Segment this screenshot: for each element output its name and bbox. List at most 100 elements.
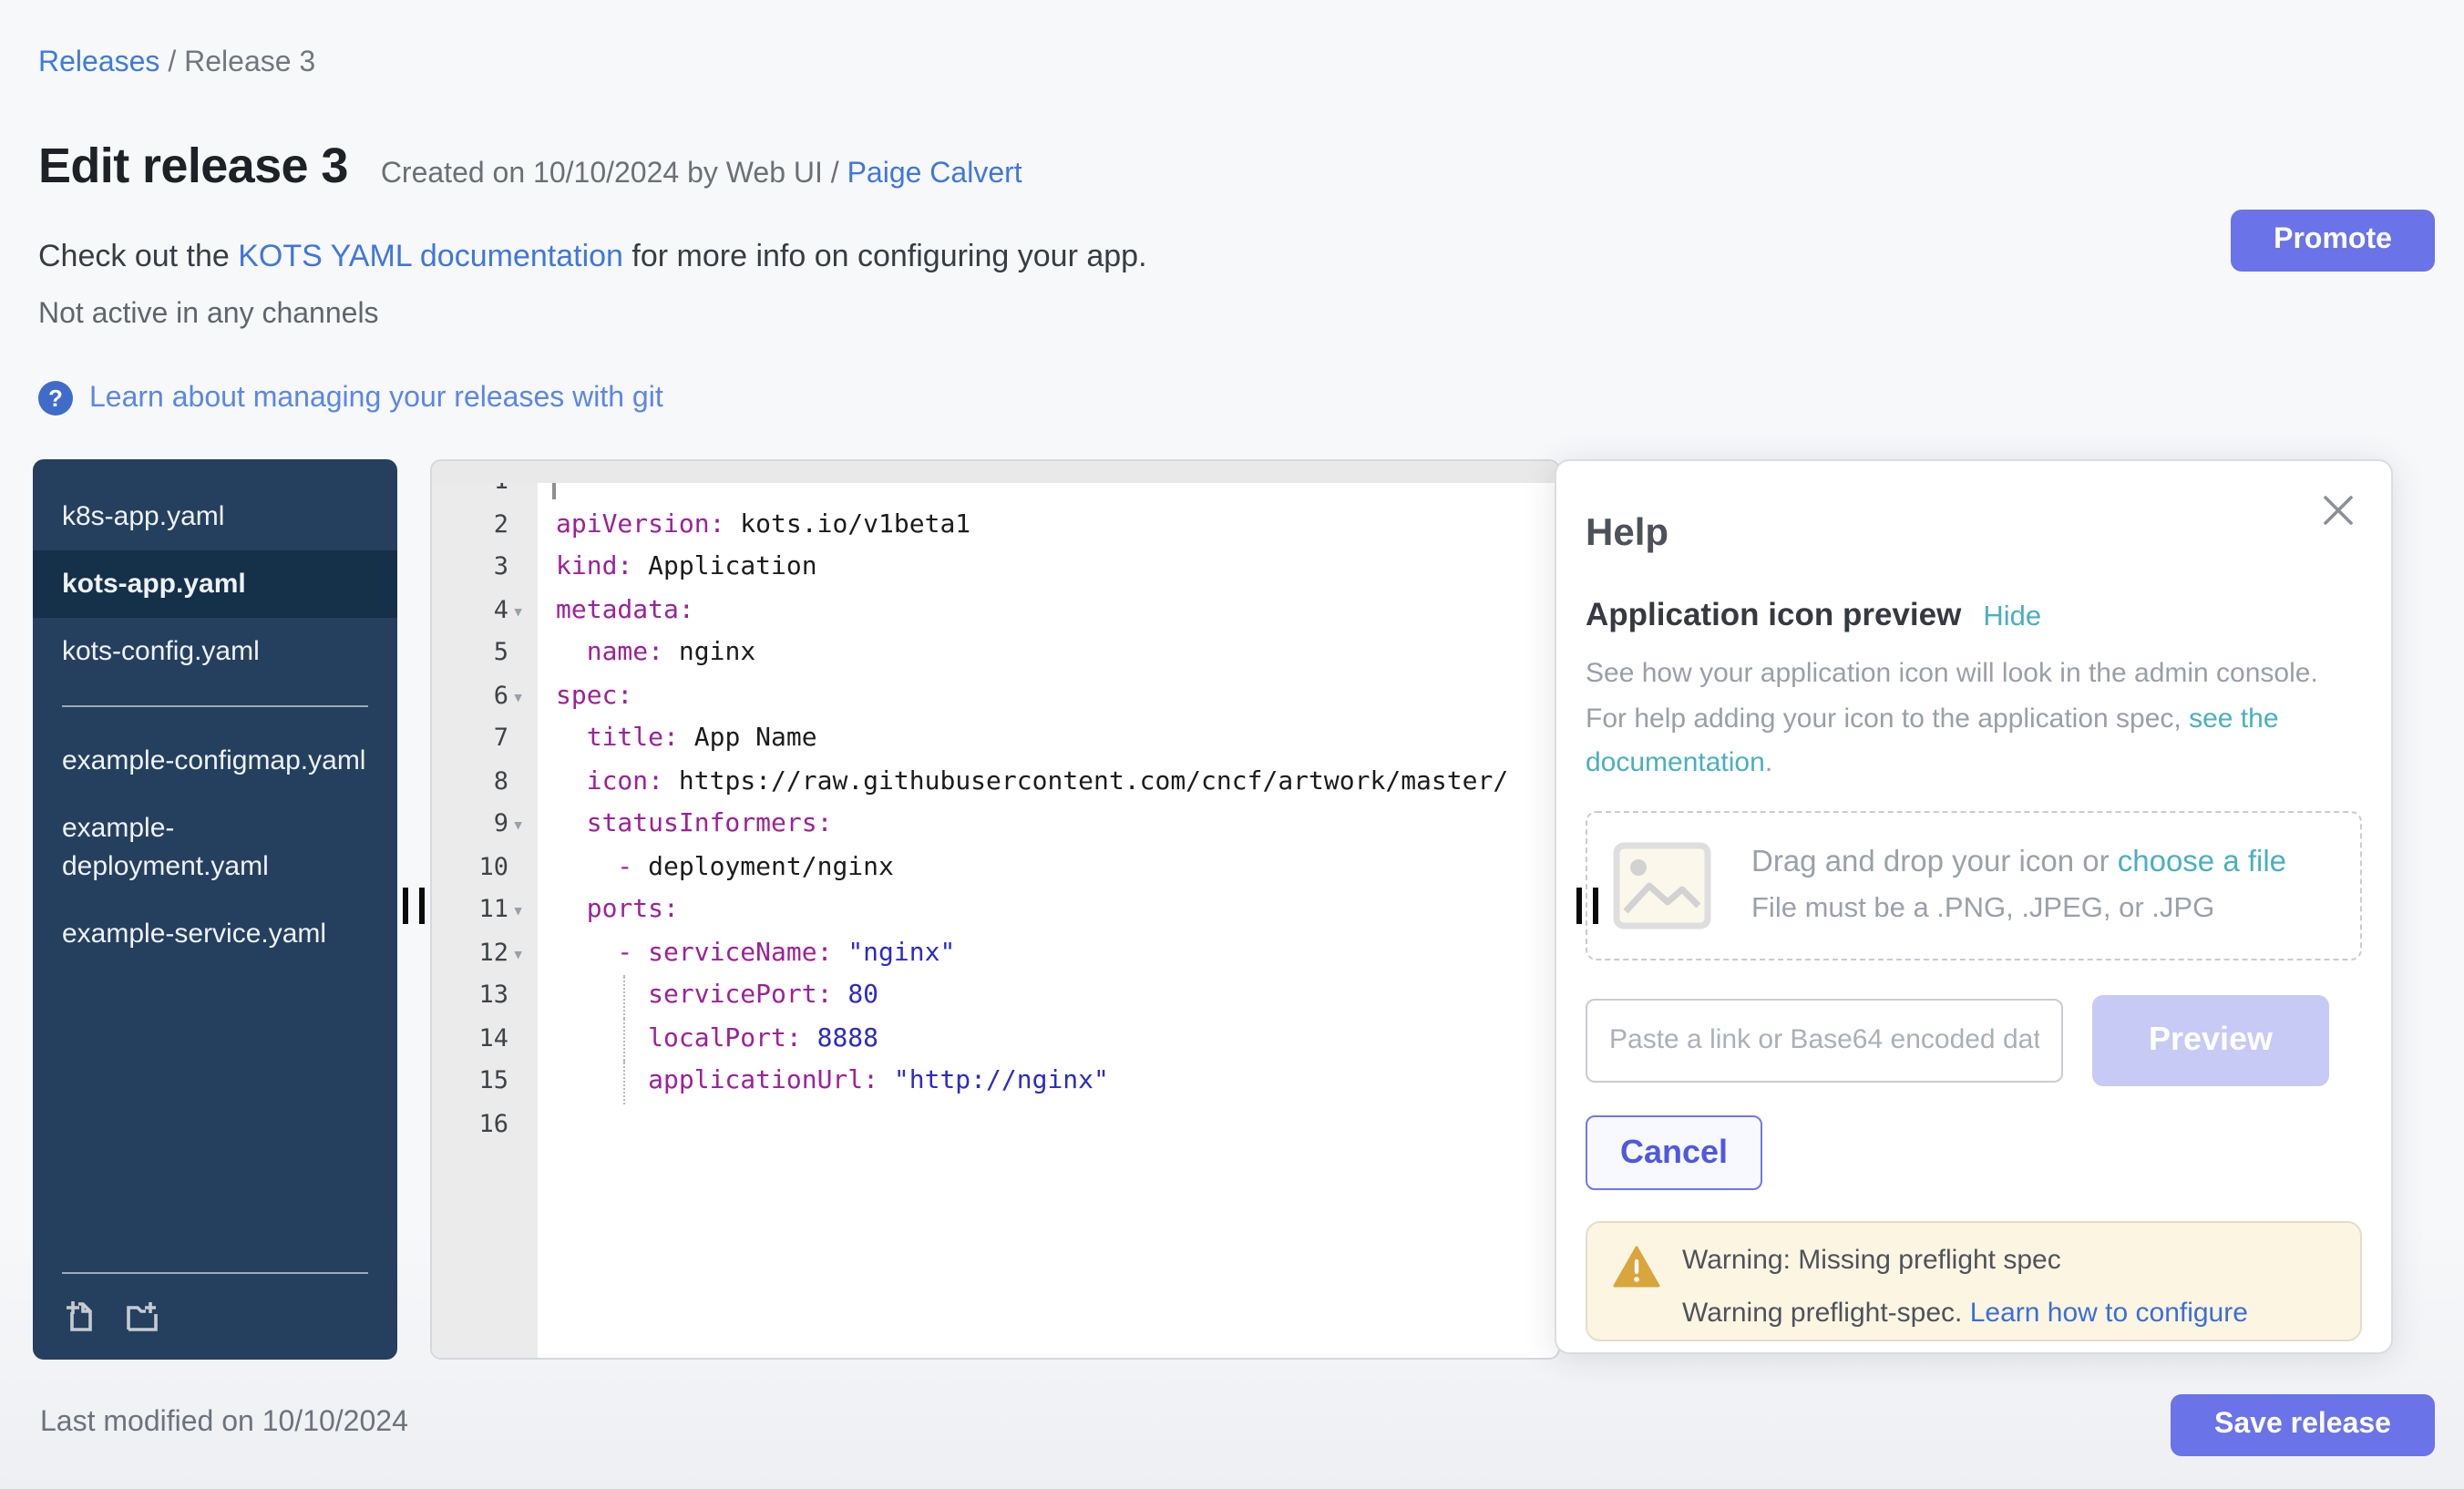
line-number: 15 xyxy=(432,1061,508,1104)
editor-top-strip xyxy=(432,461,1558,483)
cancel-button[interactable]: Cancel xyxy=(1586,1114,1762,1189)
code-line-12: 12▾ - serviceName: "nginx" xyxy=(432,932,1558,975)
learn-configure-link[interactable]: Learn how to configure xyxy=(1970,1297,2248,1328)
code-rows: 1---2apiVersion: kots.io/v1beta13kind: A… xyxy=(432,461,1558,1146)
line-number: 6 xyxy=(432,675,508,718)
code-text: ports: xyxy=(556,889,1558,932)
code-line-5: 5 name: nginx xyxy=(432,632,1558,675)
icon-preview-title: Application icon preview xyxy=(1586,596,1961,634)
created-info: Created on 10/10/2024 by Web UI / Paige … xyxy=(381,159,1022,191)
code-line-4: 4▾ metadata: xyxy=(432,590,1558,632)
breadcrumb-current: Release 3 xyxy=(184,47,315,78)
close-icon[interactable] xyxy=(2318,490,2358,530)
file-item-k8s-app.yaml[interactable]: k8s-app.yaml xyxy=(33,483,390,550)
fold-arrow-icon[interactable]: ▾ xyxy=(512,889,534,932)
fold-arrow-icon[interactable]: ▾ xyxy=(512,804,534,847)
code-line-3: 3 kind: Application xyxy=(432,547,1558,590)
breadcrumb: Releases / Release 3 xyxy=(38,47,315,80)
last-modified-text: Last modified on 10/10/2024 xyxy=(40,1407,408,1440)
line-number: 3 xyxy=(432,547,508,590)
code-text: spec: xyxy=(556,675,1558,718)
file-item-example-configmap.yaml[interactable]: example-configmap.yaml xyxy=(33,727,390,795)
choose-file-link[interactable]: choose a file xyxy=(2118,845,2286,878)
file-tree-sidebar: k8s-app.yamlkots-app.yamlkots-config.yam… xyxy=(33,459,397,1360)
code-line-16: 16 xyxy=(432,1104,1558,1146)
fold-arrow-icon[interactable]: ▾ xyxy=(512,932,534,975)
code-line-6: 6▾ spec: xyxy=(432,675,1558,718)
line-number: 11 xyxy=(432,889,508,932)
save-release-button[interactable]: Save release xyxy=(2171,1394,2435,1456)
fold-arrow-icon[interactable]: ▾ xyxy=(512,675,534,718)
icon-url-input[interactable] xyxy=(1586,998,2063,1082)
code-line-9: 9▾ statusInformers: xyxy=(432,804,1558,847)
line-number: 2 xyxy=(432,504,508,547)
sidebar-icons xyxy=(33,1274,397,1360)
code-text: servicePort: 80 xyxy=(556,975,1558,1018)
page-title: Edit release 3 xyxy=(38,139,348,195)
code-text: kind: Application xyxy=(556,547,1558,590)
image-placeholder-icon xyxy=(1613,841,1711,929)
line-number: 5 xyxy=(432,632,508,675)
code-text: apiVersion: kots.io/v1beta1 xyxy=(556,504,1558,547)
sidebar-bottom xyxy=(33,1272,397,1360)
code-line-13: 13 servicePort: 80 xyxy=(432,975,1558,1018)
code-line-11: 11▾ ports: xyxy=(432,889,1558,932)
warning-line2: Warning preflight-spec. Learn how to con… xyxy=(1682,1297,2248,1328)
warning-line1: Warning: Missing preflight spec xyxy=(1682,1244,2248,1275)
code-line-8: 8 icon: https://raw.githubusercontent.co… xyxy=(432,761,1558,804)
code-line-15: 15 applicationUrl: "http://nginx" xyxy=(432,1061,1558,1104)
code-text: localPort: 8888 xyxy=(556,1018,1558,1061)
code-line-10: 10 - deployment/nginx xyxy=(432,847,1558,889)
git-link-row: ? Learn about managing your releases wit… xyxy=(38,381,663,416)
channel-status: Not active in any channels xyxy=(38,299,379,332)
new-folder-icon[interactable] xyxy=(124,1296,162,1334)
doc-line: Check out the KOTS YAML documentation fo… xyxy=(38,239,1147,275)
line-number: 16 xyxy=(432,1104,508,1146)
yaml-code-editor[interactable]: 1---2apiVersion: kots.io/v1beta13kind: A… xyxy=(430,459,1560,1360)
code-text: statusInformers: xyxy=(556,804,1558,847)
release-editor-page: Releases / Release 3 Edit release 3 Crea… xyxy=(0,0,2464,1489)
dropzone-line2: File must be a .PNG, .JPEG, or .JPG xyxy=(1751,892,2286,925)
code-line-7: 7 title: App Name xyxy=(432,718,1558,761)
code-text: title: App Name xyxy=(556,718,1558,761)
dropzone-line1: Drag and drop your icon or choose a file xyxy=(1751,845,2286,879)
line-number: 12 xyxy=(432,932,508,975)
code-text: - deployment/nginx xyxy=(556,847,1558,889)
hide-link[interactable]: Hide xyxy=(1983,601,2041,634)
file-list-divider xyxy=(62,705,368,707)
preflight-warning: Warning: Missing preflight spec Warning … xyxy=(1586,1220,2362,1340)
kots-yaml-doc-link[interactable]: KOTS YAML documentation xyxy=(238,239,623,273)
line-number: 7 xyxy=(432,718,508,761)
icon-preview-description: See how your application icon will look … xyxy=(1586,652,2318,786)
warning-icon xyxy=(1613,1244,1660,1288)
file-item-example-service.yaml[interactable]: example-service.yaml xyxy=(33,900,390,968)
code-text: metadata: xyxy=(556,590,1558,632)
promote-button[interactable]: Promote xyxy=(2231,210,2435,272)
file-item-kots-app.yaml[interactable]: kots-app.yaml xyxy=(33,550,397,618)
code-text: applicationUrl: "http://nginx" xyxy=(556,1061,1558,1104)
icon-dropzone[interactable]: Drag and drop your icon or choose a file… xyxy=(1586,810,2362,960)
file-list: k8s-app.yamlkots-app.yamlkots-config.yam… xyxy=(33,459,397,968)
file-item-kots-config.yaml[interactable]: kots-config.yaml xyxy=(33,618,390,685)
git-releases-link[interactable]: Learn about managing your releases with … xyxy=(89,382,663,415)
file-item-example-deployment.yaml[interactable]: example-deployment.yaml xyxy=(33,795,390,900)
line-number: 4 xyxy=(432,590,508,632)
sidebar-resize-handle[interactable] xyxy=(403,888,428,924)
help-panel-resize-handle[interactable] xyxy=(1576,888,1602,924)
help-title: Help xyxy=(1586,512,2362,556)
code-text: icon: https://raw.githubusercontent.com/… xyxy=(556,761,1558,804)
line-number: 13 xyxy=(432,975,508,1018)
preview-button[interactable]: Preview xyxy=(2092,994,2329,1085)
breadcrumb-releases-link[interactable]: Releases xyxy=(38,47,159,78)
created-author-link[interactable]: Paige Calvert xyxy=(847,159,1022,190)
help-panel: Help Application icon preview Hide See h… xyxy=(1555,459,2393,1354)
line-number: 9 xyxy=(432,804,508,847)
code-line-14: 14 localPort: 8888 xyxy=(432,1018,1558,1061)
breadcrumb-separator: / xyxy=(168,47,184,78)
line-number: 10 xyxy=(432,847,508,889)
new-file-icon[interactable] xyxy=(62,1296,100,1334)
line-number: 8 xyxy=(432,761,508,804)
code-text: name: nginx xyxy=(556,632,1558,675)
fold-arrow-icon[interactable]: ▾ xyxy=(512,590,534,632)
code-text: - serviceName: "nginx" xyxy=(556,932,1558,975)
